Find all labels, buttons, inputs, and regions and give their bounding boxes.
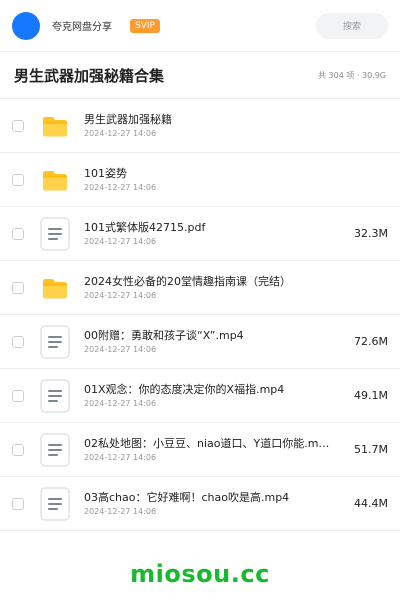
select-checkbox[interactable]	[12, 389, 24, 402]
select-checkbox[interactable]	[12, 119, 24, 132]
site-name: 夸克网盘分享	[52, 22, 112, 33]
list-item[interactable]: 00附赠：勇敢和孩子谈“X”.mp4 2024-12-27 14:06 72.6M	[0, 315, 400, 369]
brand-watermark: miosou.cc	[130, 560, 270, 588]
item-name: 00附赠：勇敢和孩子谈“X”.mp4	[84, 328, 244, 342]
list-item[interactable]: 101式繁体版42715.pdf 2024-12-27 14:06 32.3M	[0, 207, 400, 261]
item-text: 02私处地图：小豆豆、niao道口、Y道口你能.m… 2024-12-27 14:…	[84, 437, 344, 463]
select-checkbox[interactable]	[12, 227, 24, 240]
file-list: 男生武器加强秘籍 2024-12-27 14:06 101姿势 2024-12-27…	[0, 99, 400, 531]
item-text: 00附赠：勇敢和孩子谈“X”.mp4 2024-12-27 14:06	[84, 329, 344, 355]
select-checkbox[interactable]	[12, 497, 24, 510]
title-bar: 男生武器加强秘籍合集 共 304 项 · 30.9G	[0, 52, 400, 99]
item-size: 44.4M	[354, 497, 388, 510]
avatar[interactable]	[12, 11, 40, 40]
search-button[interactable]: 搜索	[316, 12, 388, 39]
item-date: 2024-12-27 14:06	[84, 236, 157, 246]
select-checkbox[interactable]	[12, 281, 24, 294]
item-date: 2024-12-27 14:06	[84, 398, 157, 408]
svip-badge: SVIP	[130, 18, 160, 33]
footer: miosou.cc	[0, 548, 400, 600]
list-item[interactable]: 2024女性必备的20堂情趣指南课（完结） 2024-12-27 14:06	[0, 261, 400, 315]
list-item[interactable]: 01X观念：你的态度决定你的X福指.mp4 2024-12-27 14:06 49.…	[0, 369, 400, 423]
item-name: 男生武器加强秘籍	[84, 112, 172, 126]
item-date: 2024-12-27 14:06	[84, 182, 157, 192]
document-icon	[38, 433, 72, 467]
item-date: 2024-12-27 14:06	[84, 506, 157, 516]
folder-icon	[38, 271, 72, 305]
item-text: 101姿势 2024-12-27 14:06	[84, 167, 344, 193]
item-name: 02私处地图：小豆豆、niao道口、Y道口你能.m…	[84, 436, 330, 450]
list-item[interactable]: 03高chao：它好难啊！chao吹是高.mp4 2024-12-27 14:06…	[0, 477, 400, 531]
item-size: 51.7M	[354, 443, 388, 456]
item-text: 101式繁体版42715.pdf 2024-12-27 14:06	[84, 221, 344, 247]
item-name: 101姿势	[84, 166, 127, 180]
item-name: 03高chao：它好难啊！chao吹是高.mp4	[84, 490, 290, 504]
item-date: 2024-12-27 14:06	[84, 290, 157, 300]
item-date: 2024-12-27 14:06	[84, 452, 157, 462]
item-text: 03高chao：它好难啊！chao吹是高.mp4 2024-12-27 14:06	[84, 491, 344, 517]
select-checkbox[interactable]	[12, 335, 24, 348]
top-bar: 夸克网盘分享 SVIP 搜索	[0, 0, 400, 52]
document-icon	[38, 487, 72, 521]
item-size: 72.6M	[354, 335, 388, 348]
item-text: 男生武器加强秘籍 2024-12-27 14:06	[84, 113, 344, 139]
item-size: 49.1M	[354, 389, 388, 402]
folder-icon	[38, 109, 72, 143]
item-name: 01X观念：你的态度决定你的X福指.mp4	[84, 382, 285, 396]
item-text: 2024女性必备的20堂情趣指南课（完结） 2024-12-27 14:06	[84, 275, 344, 301]
list-item[interactable]: 02私处地图：小豆豆、niao道口、Y道口你能.m… 2024-12-27 14:…	[0, 423, 400, 477]
item-text: 01X观念：你的态度决定你的X福指.mp4 2024-12-27 14:06	[84, 383, 344, 409]
document-icon	[38, 217, 72, 251]
list-item[interactable]: 101姿势 2024-12-27 14:06	[0, 153, 400, 207]
item-date: 2024-12-27 14:06	[84, 128, 157, 138]
select-checkbox[interactable]	[12, 173, 24, 186]
document-icon	[38, 325, 72, 359]
list-item[interactable]: 男生武器加强秘籍 2024-12-27 14:06	[0, 99, 400, 153]
select-checkbox[interactable]	[12, 443, 24, 456]
item-name: 101式繁体版42715.pdf	[84, 220, 206, 234]
item-date: 2024-12-27 14:06	[84, 344, 157, 354]
folder-icon	[38, 163, 72, 197]
item-summary: 共 304 项 · 30.9G	[318, 70, 386, 80]
document-icon	[38, 379, 72, 413]
item-size: 32.3M	[354, 227, 388, 240]
page-title: 男生武器加强秘籍合集	[14, 66, 165, 85]
item-name: 2024女性必备的20堂情趣指南课（完结）	[84, 274, 291, 288]
